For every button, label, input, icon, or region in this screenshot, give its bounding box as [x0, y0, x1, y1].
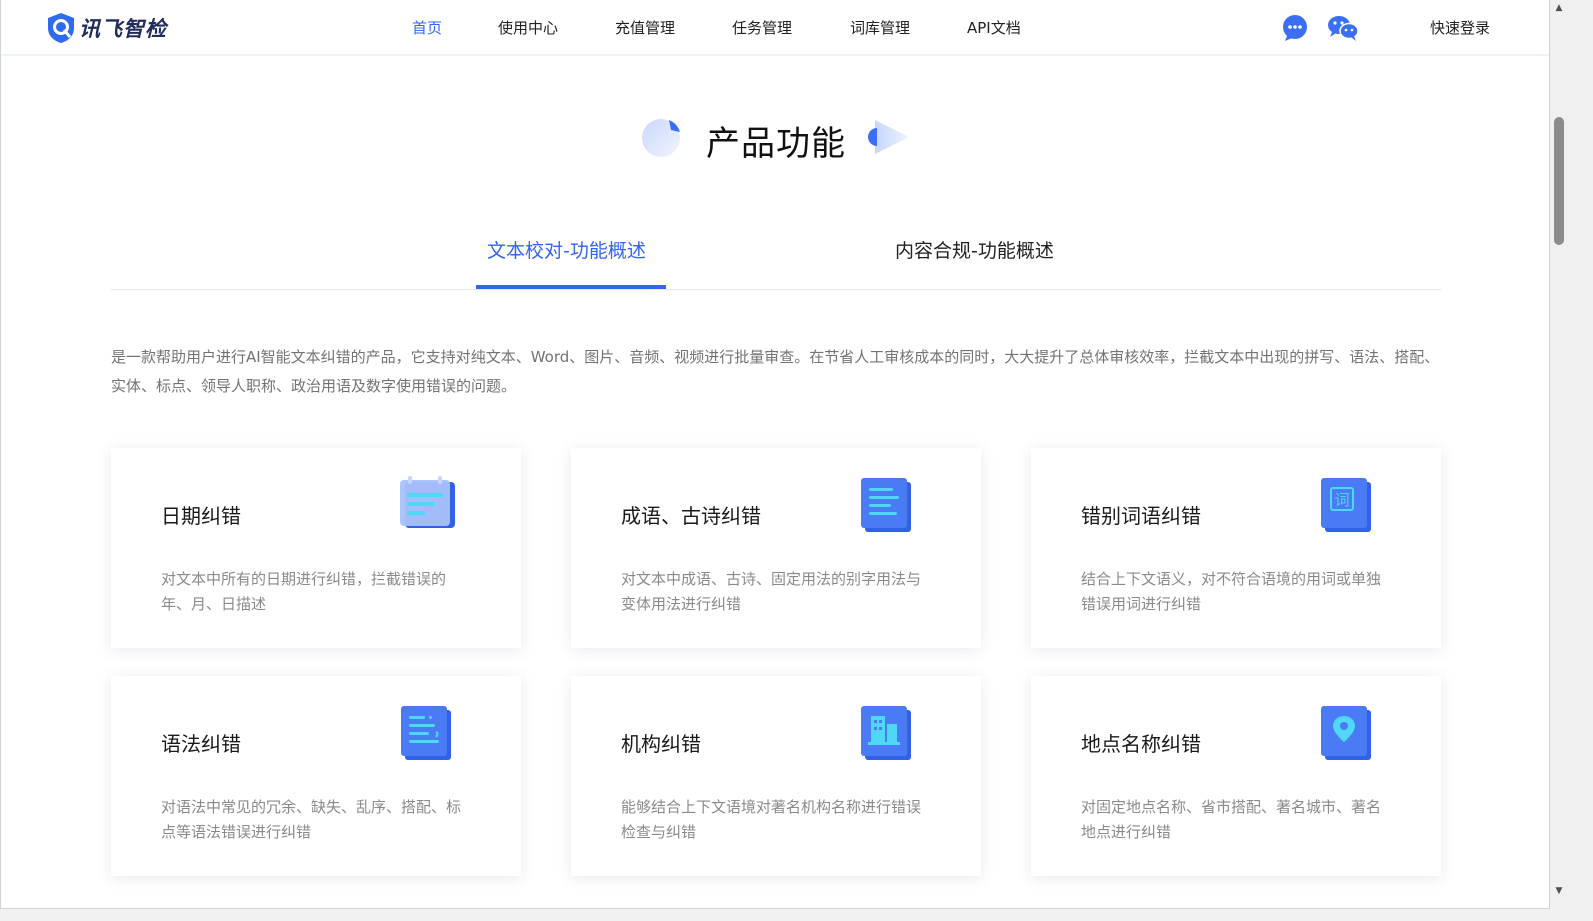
- card-title: 日期纠错: [161, 504, 241, 528]
- building-icon: [861, 706, 911, 760]
- card-title: 成语、古诗纠错: [621, 504, 761, 528]
- card-description: 对固定地点名称、省市搭配、著名城市、著名地点进行纠错: [1081, 798, 1382, 841]
- tab-content-compliance[interactable]: 内容合规-功能概述: [895, 236, 1054, 263]
- card-description: 对文本中所有的日期进行纠错，拦截错误的年、月、日描述: [161, 570, 447, 613]
- card-title: 机构纠错: [621, 732, 701, 756]
- section-title: 产品功能: [706, 124, 846, 164]
- location-pin-icon: [1321, 706, 1371, 760]
- feature-card-location[interactable]: 地点名称纠错 对固定地点名称、省市搭配、著名城市、著名地点进行纠错: [1031, 676, 1441, 876]
- card-description: 对文本中成语、古诗、固定用法的别字用法与变体用法进行纠错: [621, 570, 922, 613]
- nav-item-home[interactable]: 首页: [412, 17, 442, 38]
- scroll-down-arrow-icon[interactable]: ▼: [1554, 886, 1564, 896]
- vertical-scrollbar[interactable]: ▲ ▼: [1550, 0, 1568, 909]
- card-title: 错别词语纠错: [1081, 504, 1201, 528]
- quick-login-link[interactable]: 快速登录: [1430, 17, 1490, 38]
- nav-item-api-docs[interactable]: API文档: [967, 17, 1021, 38]
- scroll-up-arrow-icon[interactable]: ▲: [1554, 3, 1564, 13]
- grammar-icon: [401, 706, 451, 760]
- nav-item-recharge[interactable]: 充值管理: [615, 17, 675, 38]
- feature-card-organization[interactable]: 机构纠错 能够结合上下文语境对著名机构名称进行错误检查与纠错: [571, 676, 981, 876]
- logo-text: 讯飞智检: [79, 17, 167, 41]
- card-description: 能够结合上下文语境对著名机构名称进行错误检查与纠错: [621, 798, 922, 841]
- feature-card-date[interactable]: 日期纠错 对文本中所有的日期进行纠错，拦截错误的年、月、日描述: [111, 448, 521, 648]
- feature-card-grammar[interactable]: 语法纠错 对语法中常见的冗余、缺失、乱序、搭配、标点等语法错误进行纠错: [111, 676, 521, 876]
- wechat-icon[interactable]: [1327, 14, 1359, 42]
- decorative-circle-icon: [642, 119, 680, 157]
- feature-tabs: 文本校对-功能概述 内容合规-功能概述: [111, 230, 1441, 290]
- section-header: 产品功能: [1, 112, 1549, 164]
- document-icon: [861, 478, 911, 532]
- browser-viewport: 讯飞智检 首页 使用中心 充值管理 任务管理 词库管理 API文档 快速登录 产…: [0, 0, 1550, 909]
- top-header: 讯飞智检 首页 使用中心 充值管理 任务管理 词库管理 API文档 快速登录: [1, 0, 1549, 56]
- feature-card-wrong-word[interactable]: 错别词语纠错 词 结合上下文语义，对不符合语境的用词或单独错误用词进行纠错: [1031, 448, 1441, 648]
- active-tab-indicator: [476, 285, 666, 289]
- card-title: 地点名称纠错: [1081, 732, 1201, 756]
- decorative-play-icon: [868, 120, 909, 154]
- feature-card-idiom[interactable]: 成语、古诗纠错 对文本中成语、古诗、固定用法的别字用法与变体用法进行纠错: [571, 448, 981, 648]
- nav-item-tasks[interactable]: 任务管理: [732, 17, 792, 38]
- nav-item-lexicon[interactable]: 词库管理: [850, 17, 910, 38]
- product-description: 是一款帮助用户进行AI智能文本纠错的产品，它支持对纯文本、Word、图片、音频、…: [111, 348, 1440, 395]
- window-bottom-edge: [0, 909, 1593, 921]
- card-title: 语法纠错: [161, 732, 241, 756]
- card-description: 对语法中常见的冗余、缺失、乱序、搭配、标点等语法错误进行纠错: [161, 798, 462, 841]
- logo-shield-icon: [48, 13, 74, 43]
- nav-item-usage-center[interactable]: 使用中心: [498, 17, 558, 38]
- window-edge: [1568, 0, 1593, 921]
- word-icon: 词: [1321, 478, 1371, 532]
- scrollbar-thumb[interactable]: [1554, 117, 1564, 245]
- calendar-icon: [400, 476, 455, 528]
- card-description: 结合上下文语义，对不符合语境的用词或单独错误用词进行纠错: [1081, 570, 1382, 613]
- chat-bubble-icon[interactable]: [1281, 14, 1309, 42]
- word-icon-glyph: 词: [1334, 491, 1349, 509]
- tab-text-proofreading[interactable]: 文本校对-功能概述: [487, 236, 646, 263]
- logo[interactable]: 讯飞智检: [45, 11, 167, 45]
